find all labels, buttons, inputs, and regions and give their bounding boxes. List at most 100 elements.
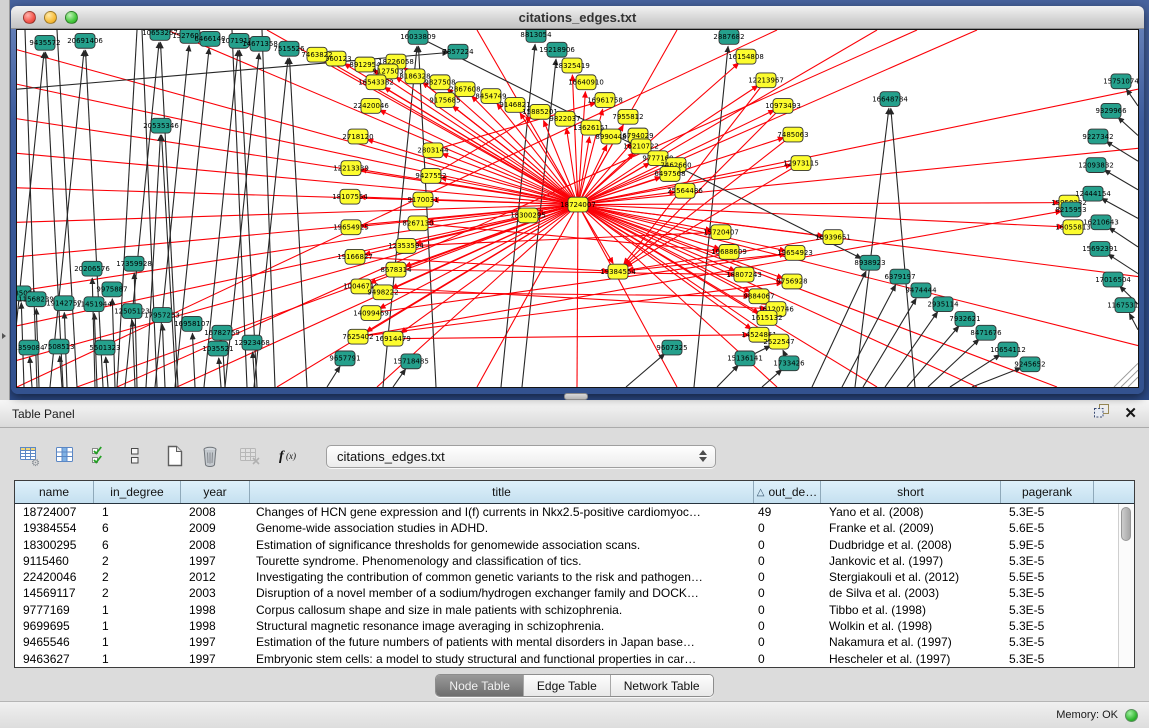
table-row[interactable]: 946554611997Estimation of the future num…: [15, 634, 1119, 650]
left-panel-edge[interactable]: [0, 0, 10, 400]
network-node[interactable]: 15718485: [393, 354, 429, 369]
network-node[interactable]: 12353594: [388, 239, 424, 254]
network-node[interactable]: 6379197: [884, 269, 915, 284]
network-node[interactable]: 14099469: [353, 306, 389, 321]
tab-node-table[interactable]: Node Table: [436, 675, 524, 696]
network-node[interactable]: 18107554: [332, 189, 368, 204]
network-window[interactable]: citations_edges.txt 18724007896012389129…: [11, 6, 1144, 394]
zoom-window-button[interactable]: [65, 11, 78, 24]
network-node[interactable]: 15692391: [1082, 242, 1118, 257]
dropdown-stepper-icon: [699, 450, 709, 462]
column-visibility-icon[interactable]: [52, 443, 78, 469]
close-panel-icon[interactable]: ✕: [1124, 406, 1137, 421]
table-row[interactable]: 1872400712008Changes of HCN gene express…: [15, 504, 1119, 520]
network-node[interactable]: 18325419: [554, 58, 590, 73]
network-node[interactable]: 9474444: [905, 283, 937, 298]
table-row[interactable]: 977716911998Corpus callosum shape and si…: [15, 602, 1119, 618]
network-node[interactable]: 16640910: [568, 75, 604, 90]
column-header-pagerank[interactable]: pagerank: [1001, 481, 1094, 503]
table-row[interactable]: 1830029562008Estimation of significance …: [15, 537, 1119, 553]
scrollbar-thumb[interactable]: [1121, 507, 1131, 541]
table-row[interactable]: 969969511998Structural magnetic resonanc…: [15, 618, 1119, 634]
network-node[interactable]: 12973115: [783, 156, 819, 171]
network-node[interactable]: 19218906: [539, 42, 575, 57]
network-node[interactable]: 7515526: [273, 41, 304, 56]
network-node[interactable]: 16939651: [815, 230, 851, 245]
table-cell: 1997: [181, 634, 250, 650]
network-node[interactable]: 9435572: [29, 35, 60, 50]
select-columns-icon[interactable]: [87, 443, 113, 469]
close-window-button[interactable]: [23, 11, 36, 24]
network-node[interactable]: 9227342: [1082, 129, 1113, 144]
network-node[interactable]: 19654925: [333, 220, 369, 235]
network-edge: [117, 30, 137, 387]
row-height-icon[interactable]: [122, 443, 148, 469]
network-node[interactable]: 16154808: [728, 49, 764, 64]
network-node[interactable]: 19384554: [600, 264, 636, 279]
network-node[interactable]: 1733426: [773, 356, 804, 371]
table-cell: 5.3E-5: [1001, 553, 1094, 569]
network-node[interactable]: 2887682: [713, 30, 744, 44]
network-node[interactable]: 17016504: [1095, 272, 1131, 287]
network-node[interactable]: 7955812: [612, 109, 643, 124]
network-node[interactable]: 12213339: [333, 161, 369, 176]
network-node[interactable]: 17359928: [116, 256, 152, 271]
table-row[interactable]: 1456911722003Disruption of a novel membe…: [15, 585, 1119, 601]
network-node[interactable]: 10654112: [990, 342, 1026, 357]
resize-grip-icon[interactable]: [1121, 370, 1138, 387]
function-builder-icon[interactable]: f(x): [277, 443, 303, 469]
table-row[interactable]: 911546021997Tourette syndrome. Phenomeno…: [15, 553, 1119, 569]
table-panel: Table Panel ✕ ⚙: [0, 400, 1149, 727]
network-node[interactable]: 9245652: [1014, 357, 1045, 372]
network-node[interactable]: 7932621: [949, 312, 980, 327]
split-pane-handle[interactable]: [564, 393, 588, 400]
column-header-year[interactable]: year: [181, 481, 250, 503]
new-column-icon[interactable]: [162, 443, 188, 469]
minimize-window-button[interactable]: [44, 11, 57, 24]
table-selector-dropdown[interactable]: citations_edges.txt: [326, 445, 716, 468]
network-node[interactable]: 20206576: [74, 261, 110, 276]
network-node[interactable]: 19654923: [777, 245, 813, 260]
column-header-short[interactable]: short: [821, 481, 1001, 503]
network-node[interactable]: 7485063: [777, 127, 808, 142]
column-header-in_degree[interactable]: in_degree: [94, 481, 181, 503]
network-node[interactable]: 2803144: [417, 143, 449, 158]
network-node[interactable]: 9329966: [1095, 103, 1126, 118]
network-node[interactable]: 12093832: [1078, 158, 1114, 173]
network-node[interactable]: 19166827: [337, 249, 373, 264]
network-node[interactable]: 11675311: [1107, 298, 1138, 313]
network-node[interactable]: 20691406: [67, 33, 103, 48]
column-header-out_de[interactable]: △out_de…: [754, 481, 821, 503]
table-row[interactable]: 946362711997Embryonic stem cells: a mode…: [15, 651, 1119, 667]
network-node[interactable]: 15751074: [1103, 74, 1138, 89]
delete-column-icon[interactable]: [197, 443, 223, 469]
network-node[interactable]: 9607325: [656, 340, 687, 355]
network-node[interactable]: 16033809: [400, 30, 436, 44]
network-node[interactable]: 9657791: [329, 351, 360, 366]
network-node[interactable]: 1359084: [17, 340, 45, 355]
network-node[interactable]: 10973493: [765, 99, 801, 114]
float-window-icon[interactable]: [1093, 403, 1110, 424]
table-settings-icon[interactable]: ⚙: [17, 443, 43, 469]
network-node[interactable]: 8471676: [970, 325, 1001, 340]
network-node[interactable]: 9170031: [407, 192, 438, 207]
tab-network-table[interactable]: Network Table: [611, 675, 713, 696]
resize-grip-icon[interactable]: [1114, 363, 1138, 387]
network-window-titlebar[interactable]: citations_edges.txt: [11, 6, 1144, 29]
tab-edge-table[interactable]: Edge Table: [524, 675, 611, 696]
network-node[interactable]: 20535346: [143, 118, 179, 133]
column-header-name[interactable]: name: [15, 481, 94, 503]
network-node[interactable]: 16648784: [872, 92, 908, 107]
table-cell: 1: [94, 651, 181, 667]
table-row[interactable]: 2242004622012Investigating the contribut…: [15, 569, 1119, 585]
network-node[interactable]: 8813054: [520, 30, 552, 42]
network-node[interactable]: 7857224: [442, 44, 474, 59]
network-canvas[interactable]: 1872400789601238912954182260589127503818…: [17, 30, 1138, 387]
network-node[interactable]: 9756928: [776, 274, 807, 289]
table-vertical-scrollbar[interactable]: [1118, 504, 1134, 667]
table-row[interactable]: 1938455462009Genome-wide association stu…: [15, 520, 1119, 536]
network-node[interactable]: 12213967: [748, 73, 784, 88]
network-node[interactable]: 15136141: [727, 351, 763, 366]
network-node[interactable]: 2718120: [342, 129, 373, 144]
column-header-title[interactable]: title: [250, 481, 754, 503]
